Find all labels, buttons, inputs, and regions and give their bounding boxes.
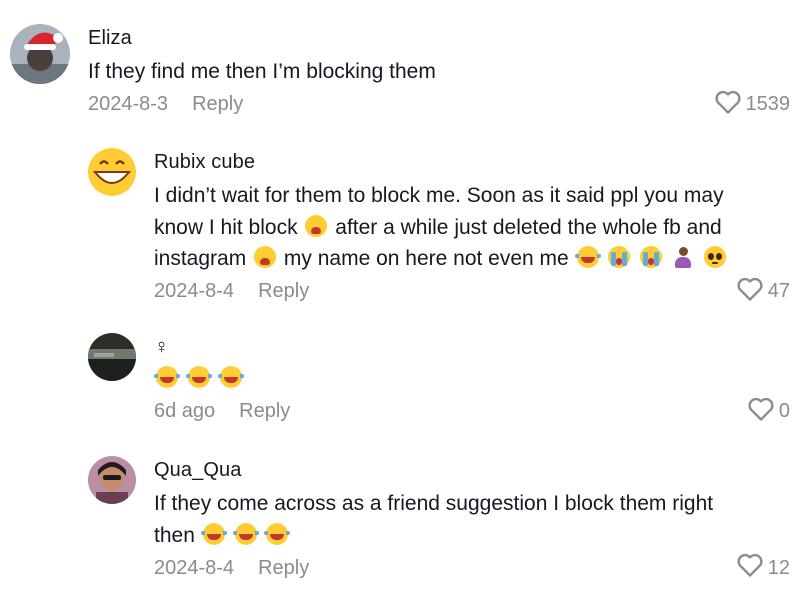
comment-meta: 2024-8-4 Reply 47 (154, 277, 792, 307)
like-button[interactable]: 12 (736, 552, 790, 584)
laughing-emoji-icon (154, 366, 180, 388)
comment-text: If they find me then I’m blocking them (88, 60, 436, 83)
heart-outline-icon (736, 276, 764, 308)
comment-author[interactable]: ♀ (154, 336, 792, 359)
laughing-emoji-icon (574, 246, 601, 268)
heart-outline-icon (747, 396, 775, 428)
comment-author[interactable]: Eliza (88, 27, 792, 50)
avatar[interactable] (88, 456, 136, 504)
heart-outline-icon (714, 89, 742, 121)
like-button[interactable]: 47 (736, 276, 790, 308)
avatar[interactable] (88, 148, 136, 196)
person-shrugging-emoji-icon (672, 246, 694, 268)
like-count: 12 (767, 556, 790, 579)
comment-text: I didn’t wait for them to block me. Soon… (154, 180, 792, 275)
reply-button[interactable]: Reply (239, 400, 290, 423)
avatar[interactable] (88, 333, 136, 381)
heart-outline-icon (736, 552, 764, 584)
reply-button[interactable]: Reply (258, 280, 309, 303)
tired-face-emoji-icon (254, 246, 277, 268)
comment-meta: 2024-8-4 Reply 12 (154, 553, 792, 583)
laughing-emoji-icon (200, 522, 227, 545)
reply-button[interactable]: Reply (192, 93, 243, 116)
laughing-emoji-icon (232, 522, 259, 545)
comment-body: Rubix cube I didn’t wait for them to blo… (154, 151, 792, 307)
comment-meta: 2024-8-3 Reply 1539 (88, 90, 792, 120)
like-count: 0 (778, 400, 790, 422)
like-count: 47 (767, 280, 790, 302)
comment-body: Eliza If they find me then I’m blocking … (88, 27, 792, 120)
crying-emoji-icon (608, 246, 631, 268)
comment-body: ♀ 6d ago Reply 0 (154, 336, 792, 427)
comment-date: 6d ago (154, 400, 216, 422)
comment-text-part: my name on here not even me (283, 247, 569, 270)
like-count: 1539 (745, 93, 791, 115)
tired-face-emoji-icon (305, 214, 328, 237)
crying-emoji-icon (640, 246, 663, 268)
comment-date: 2024-8-3 (88, 93, 169, 115)
like-button[interactable]: 1539 (714, 89, 791, 121)
laughing-emoji-icon (217, 366, 244, 388)
comment-date: 2024-8-4 (154, 280, 235, 302)
comment-text (154, 363, 792, 395)
comment-author[interactable]: Rubix cube (154, 151, 792, 174)
laughing-emoji-icon (185, 366, 212, 388)
laughing-emoji-icon (264, 522, 291, 545)
comment-text: If they come across as a friend suggesti… (154, 488, 792, 551)
comment-date: 2024-8-4 (154, 556, 235, 579)
reply-button[interactable]: Reply (258, 557, 309, 580)
woozy-face-emoji-icon (703, 246, 726, 268)
comment-meta: 6d ago Reply 0 (154, 397, 792, 427)
like-button[interactable]: 0 (747, 396, 790, 428)
comment-author[interactable]: Qua_Qua (154, 459, 792, 482)
avatar[interactable] (10, 24, 70, 84)
comment-body: Qua_Qua If they come across as a friend … (154, 459, 792, 583)
